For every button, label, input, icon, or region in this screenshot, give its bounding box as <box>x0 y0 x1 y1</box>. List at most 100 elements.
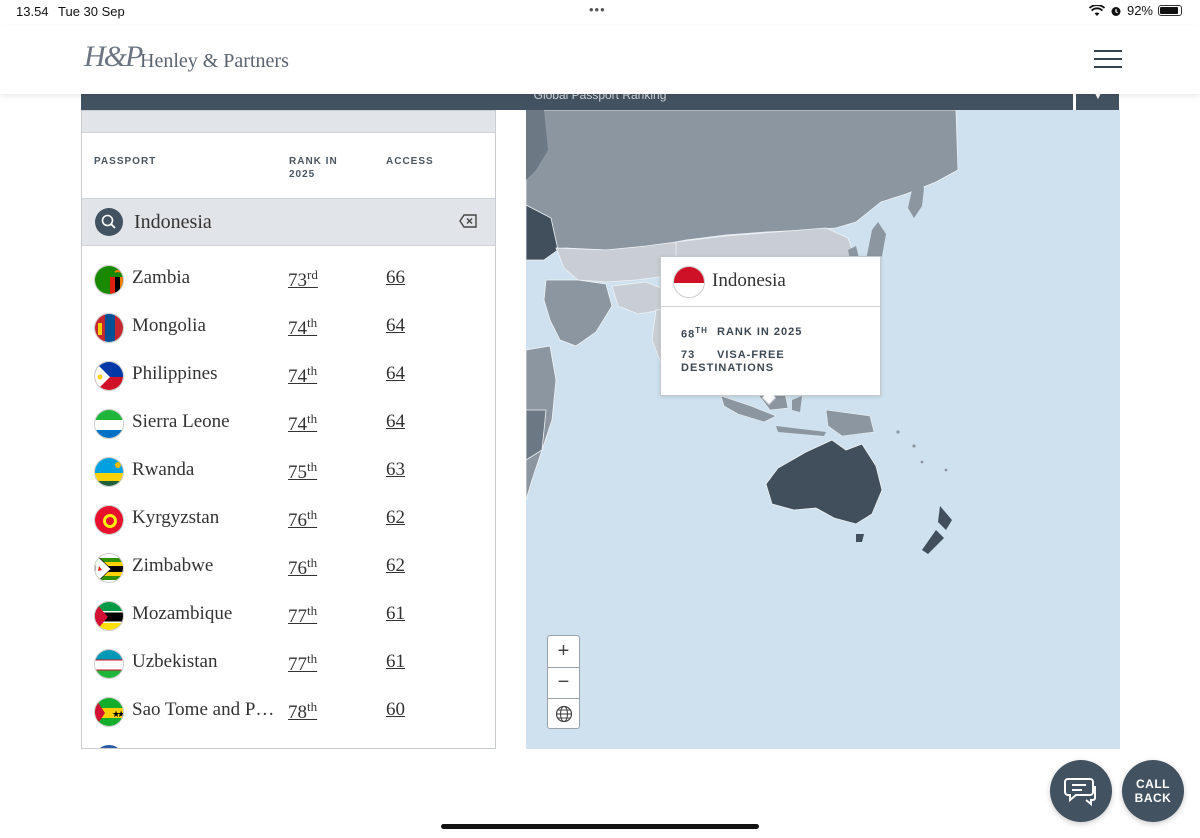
column-header-rank[interactable]: RANK IN 2025 <box>289 155 338 181</box>
chat-button[interactable] <box>1050 760 1112 822</box>
country-name: Mongolia <box>132 315 206 336</box>
access-value[interactable]: 64 <box>386 411 405 433</box>
globe-icon[interactable] <box>548 698 579 729</box>
clear-icon[interactable] <box>459 214 477 228</box>
rank-value[interactable]: 74th <box>288 411 317 436</box>
wifi-icon <box>1088 4 1105 16</box>
zoom-out-button[interactable]: − <box>548 667 579 698</box>
multitasking-dots[interactable]: ••• <box>589 2 606 17</box>
status-date: Tue 30 Sep <box>58 4 125 19</box>
hamburger-icon[interactable] <box>1094 48 1122 70</box>
country-name: Rwanda <box>132 459 195 480</box>
chat-icon <box>1064 778 1096 806</box>
country-tooltip: Indonesia 68TH RANK IN 2025 73 VISA-FREE… <box>660 256 881 406</box>
ranking-panel: PASSPORT RANK IN 2025 ACCESS Zambia 73rd… <box>81 110 496 749</box>
search-icon[interactable] <box>95 208 123 236</box>
search-input[interactable] <box>134 209 434 235</box>
country-name: Sao Tome and P… <box>132 699 275 720</box>
logo-text[interactable]: Henley & Partners <box>140 50 289 73</box>
table-row[interactable]: Philippines 74th 64 <box>82 352 495 400</box>
tooltip-destinations-label-2: DESTINATIONS <box>681 362 775 374</box>
table-row[interactable]: Uzbekistan 77th 61 <box>82 640 495 688</box>
rank-value[interactable]: 76th <box>288 507 317 532</box>
table-row[interactable]: Zimbabwe 76th 62 <box>82 544 495 592</box>
rank-value[interactable]: 74th <box>288 315 317 340</box>
svg-text:★: ★ <box>117 709 124 719</box>
status-time: 13.54 <box>16 4 49 19</box>
rank-value[interactable]: 76th <box>288 555 317 580</box>
rank-value[interactable]: 74th <box>288 363 317 388</box>
country-name: Zambia <box>132 267 191 288</box>
table-row[interactable]: Sierra Leone 74th 64 <box>82 400 495 448</box>
table-row-partial[interactable] <box>82 736 495 748</box>
philippines-flag-icon <box>94 361 124 391</box>
access-value[interactable]: 62 <box>386 555 405 577</box>
site-header: H&P Henley & Partners <box>0 26 1200 94</box>
alarm-icon <box>1111 6 1121 16</box>
rank-value[interactable]: 77th <box>288 603 317 628</box>
uzbekistan-flag-icon <box>94 649 124 679</box>
rank-value[interactable]: 78th <box>288 699 317 724</box>
country-name: Philippines <box>132 363 218 384</box>
table-row[interactable]: Zambia 73rd 66 <box>82 256 495 304</box>
access-value[interactable]: 64 <box>386 363 405 385</box>
column-header-access[interactable]: ACCESS <box>386 155 434 168</box>
column-header-rank-line1: RANK IN <box>289 156 338 167</box>
indonesia-flag-icon <box>673 266 705 298</box>
rank-value[interactable]: 73rd <box>288 267 318 292</box>
table-row[interactable]: Mozambique 77th 61 <box>82 592 495 640</box>
country-name: Mozambique <box>132 603 233 624</box>
table-row[interactable]: ★★ Sao Tome and P… 78th 60 <box>82 688 495 736</box>
battery-icon <box>1158 5 1182 16</box>
access-value[interactable]: 64 <box>386 315 405 337</box>
access-value[interactable]: 61 <box>386 603 405 625</box>
chevron-down-icon[interactable]: ▼ <box>1093 94 1103 102</box>
table-row[interactable]: Mongolia 74th 64 <box>82 304 495 352</box>
tooltip-rank: 68TH <box>681 326 708 341</box>
world-map[interactable] <box>526 110 1120 749</box>
tooltip-divider <box>661 306 880 307</box>
rank-value[interactable]: 75th <box>288 459 317 484</box>
table-row[interactable]: Kyrgyzstan 76th 62 <box>82 496 495 544</box>
mozambique-flag-icon <box>94 601 124 631</box>
search-row <box>82 198 495 246</box>
country-name: Uzbekistan <box>132 651 218 672</box>
tooltip-destinations-label-1: VISA-FREE <box>717 349 785 361</box>
country-name: Sierra Leone <box>132 411 230 432</box>
status-bar: 13.54 Tue 30 Sep ••• 92% <box>0 0 1200 26</box>
access-value[interactable]: 62 <box>386 507 405 529</box>
zimbabwe-flag-icon <box>94 553 124 583</box>
rank-value[interactable]: 77th <box>288 651 317 676</box>
table-row[interactable]: Rwanda 75th 63 <box>82 448 495 496</box>
title-separator <box>1073 94 1076 110</box>
battery-percent: 92% <box>1126 3 1153 18</box>
ranking-title: Global Passport Ranking <box>533 94 667 102</box>
logo-mark[interactable]: H&P <box>84 40 143 74</box>
tooltip-country-name: Indonesia <box>712 270 786 291</box>
sierra-leone-flag-icon <box>94 409 124 439</box>
column-header-passport[interactable]: PASSPORT <box>94 155 156 168</box>
access-value[interactable]: 60 <box>386 699 405 721</box>
status-indicators: 92% <box>1088 3 1182 18</box>
home-indicator[interactable] <box>441 824 759 829</box>
access-value[interactable]: 61 <box>386 651 405 673</box>
country-name: Zimbabwe <box>132 555 214 576</box>
access-value[interactable]: 63 <box>386 459 405 481</box>
tooltip-destinations-count: 73 <box>681 349 696 361</box>
tooltip-rank-label: RANK IN 2025 <box>717 326 803 338</box>
zambia-flag-icon <box>94 265 124 295</box>
country-name: Kyrgyzstan <box>132 507 220 528</box>
call-back-button[interactable]: CALL BACK <box>1122 760 1184 822</box>
zoom-in-button[interactable]: + <box>548 636 579 667</box>
kyrgyzstan-flag-icon <box>94 505 124 535</box>
mongolia-flag-icon <box>94 313 124 343</box>
access-value[interactable]: 66 <box>386 267 405 289</box>
call-back-label: CALL BACK <box>1134 777 1172 805</box>
column-header-rank-line2: 2025 <box>289 169 316 180</box>
zoom-controls: + − <box>547 635 580 729</box>
map-canvas[interactable] <box>526 110 1120 749</box>
ranking-title-bar[interactable]: Global Passport Ranking ▼ <box>81 94 1119 110</box>
flag-icon <box>94 745 124 748</box>
sao-tome-flag-icon: ★★ <box>94 697 124 727</box>
panel-top-bar <box>82 111 495 133</box>
